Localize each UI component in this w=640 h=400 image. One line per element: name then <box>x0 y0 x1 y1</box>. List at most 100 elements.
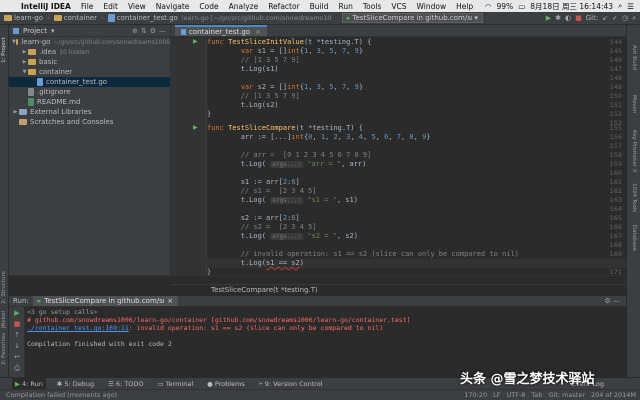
tree-item[interactable]: ▶ basic <box>9 57 170 67</box>
breadcrumb-function[interactable]: TestSliceCompare(t *testing.T) <box>211 286 318 294</box>
stop-icon[interactable]: ■ <box>12 320 22 329</box>
tree-item[interactable]: ▼ container <box>9 67 170 77</box>
code-line: s1 := arr[2:6] <box>207 178 300 186</box>
gear-icon[interactable]: ⚙ — <box>604 297 626 305</box>
caret-position[interactable]: 170:20 <box>464 391 487 399</box>
menu-list-icon[interactable]: ☰ <box>627 2 634 11</box>
menu-app[interactable]: IntelliJ IDEA <box>16 2 76 11</box>
breadcrumb-project[interactable]: learn-go <box>4 14 43 22</box>
menu-window[interactable]: Window <box>412 2 452 11</box>
battery-text: 99% <box>496 1 514 11</box>
tab-problems[interactable]: ● Problems <box>204 378 248 389</box>
tree-item[interactable]: ▶ External Libraries <box>9 107 170 117</box>
expand-arrow-icon[interactable]: ▼ <box>21 69 28 75</box>
tree-item[interactable]: container_test.go <box>9 77 170 87</box>
code-line: func TestSliceCompare(t *testing.T) { <box>207 124 363 132</box>
console-line: # github.com/snowdreams1006/learn-go/con… <box>27 316 411 324</box>
tool-window-1024-tools[interactable]: 1024 Tools <box>631 183 637 212</box>
library-icon <box>19 109 27 115</box>
hide-icon[interactable]: — <box>159 27 166 35</box>
menu-vcs[interactable]: VCS <box>386 2 411 11</box>
menu-edit[interactable]: Edit <box>98 2 123 11</box>
stop-icon[interactable]: ■ <box>575 14 582 22</box>
code-line: } <box>207 110 212 118</box>
close-icon[interactable]: × <box>167 297 173 305</box>
menu-run[interactable]: Run <box>333 2 357 11</box>
tab-todo[interactable]: ☰ 6: TODO <box>105 378 146 389</box>
status-message[interactable]: Compilation failed (moments ago) <box>6 391 117 399</box>
coverage-icon[interactable]: ◐ <box>565 14 571 22</box>
menu-navigate[interactable]: Navigate <box>151 2 195 11</box>
run-configuration-select[interactable]: ▸ TestSliceCompare in github.com/snowdre… <box>341 13 483 23</box>
datetime[interactable]: 8月18日 周三 16:14:43 <box>530 1 613 12</box>
tool-window-favorites[interactable]: 2: Favorites <box>1 333 7 365</box>
tree-item[interactable]: ▶ .idea 10 hidden <box>9 47 170 57</box>
down-icon[interactable]: ↓ <box>12 342 22 351</box>
git-commit-icon[interactable]: ✓ <box>612 14 618 22</box>
tool-window-maven[interactable]: Maven <box>631 95 637 113</box>
tab-version-control[interactable]: ⑂ 9: Version Control <box>256 378 326 389</box>
gear-icon[interactable]: ⚙ <box>150 27 156 35</box>
indent-setting[interactable]: Tab <box>531 391 542 399</box>
project-title[interactable]: Project <box>23 27 47 35</box>
close-icon[interactable]: × <box>255 28 261 36</box>
search-everywhere-icon[interactable]: ⌕ <box>632 14 636 23</box>
menu-view[interactable]: View <box>123 2 151 11</box>
run-test-gutter-icon[interactable]: ▶ <box>193 124 198 131</box>
run-icon[interactable]: ▶ <box>546 14 551 22</box>
memory-indicator[interactable]: 204 of 2014M <box>591 391 636 399</box>
tab-debug[interactable]: ✱ 5: Debug <box>54 378 97 389</box>
menu-analyze[interactable]: Analyze <box>224 2 264 11</box>
tree-item[interactable]: README.md <box>9 97 170 107</box>
menu-refactor[interactable]: Refactor <box>263 2 304 11</box>
tool-window-structure[interactable]: 2: Structure <box>1 271 7 304</box>
file-encoding[interactable]: UTF-8 <box>506 391 525 399</box>
menu-build[interactable]: Build <box>305 2 334 11</box>
menu-help[interactable]: Help <box>451 2 478 11</box>
expand-arrow-icon[interactable]: ▶ <box>21 49 28 55</box>
line-separator[interactable]: LF <box>493 391 500 399</box>
console-file-link[interactable]: ./container_test.go:169:11 <box>27 324 129 332</box>
tree-item[interactable]: Scratches and Consoles <box>9 117 170 127</box>
battery-icon[interactable]: ▭ <box>518 2 525 11</box>
breadcrumb-folder[interactable]: container <box>53 14 97 22</box>
tab-run[interactable]: ▶ 4: Run <box>12 378 46 389</box>
code-line: t.Log(s1) <box>207 65 279 73</box>
editor-tab-container-test[interactable]: container_test.go × <box>175 25 267 36</box>
debug-icon[interactable]: ✱ <box>555 14 561 22</box>
locate-icon[interactable]: ⊕ <box>132 27 138 35</box>
tool-window-jrebel[interactable]: JRebel <box>1 311 7 328</box>
tree-item[interactable]: .gitignore <box>9 87 170 97</box>
tab-terminal[interactable]: ▭ Terminal <box>155 378 197 389</box>
tool-window-project[interactable]: 1: Project <box>1 37 7 63</box>
breadcrumb-file[interactable]: container_test.go <box>107 14 178 22</box>
collapse-icon[interactable]: ⇅ <box>141 27 147 35</box>
menu-code[interactable]: Code <box>194 2 223 11</box>
tree-item-hint: ~/go/src/github.com/snowdreams1006 <box>53 38 170 46</box>
tool-window-ant-build[interactable]: Ant Build <box>631 45 637 70</box>
search-icon[interactable]: ⌕ <box>618 1 622 11</box>
run-test-gutter-icon[interactable]: ▶ <box>193 38 198 45</box>
tool-window-key-promoter[interactable]: Key Promoter X <box>631 130 637 173</box>
rerun-icon[interactable]: ▶ <box>12 309 22 318</box>
print-icon[interactable]: ⎙ <box>12 364 22 373</box>
git-branch[interactable]: Git: master <box>548 391 585 399</box>
tree-item-label: External Libraries <box>30 108 92 116</box>
expand-arrow-icon[interactable]: ▶ <box>21 59 28 65</box>
tree-item[interactable]: ▼ learn-go ~/go/src/github.com/snowdreams1… <box>9 37 170 47</box>
wrap-icon[interactable]: ↩ <box>12 353 22 362</box>
tree-item-label: .idea <box>39 48 57 56</box>
run-tab[interactable]: ▸ TestSliceCompare in github.com/snowdre… <box>32 296 179 306</box>
up-icon[interactable]: ↑ <box>12 331 22 340</box>
expand-arrow-icon[interactable]: ▶ <box>12 109 19 115</box>
chevron-down-icon[interactable]: ▾ <box>51 27 55 35</box>
menu-file[interactable]: File <box>76 2 99 11</box>
history-icon[interactable]: ◷ <box>622 14 628 22</box>
git-update-icon[interactable]: ↙ <box>602 14 608 22</box>
file-icon <box>28 98 34 106</box>
code-line-current: t.Log(s1 == s2) <box>207 259 626 268</box>
wifi-icon[interactable]: ◠ <box>485 2 492 11</box>
menu-tools[interactable]: Tools <box>358 2 386 11</box>
code-editor[interactable]: 144 ▶ func TestSliceInitValue(t *testing… <box>171 38 626 284</box>
tool-window-database[interactable]: Database <box>631 225 637 251</box>
